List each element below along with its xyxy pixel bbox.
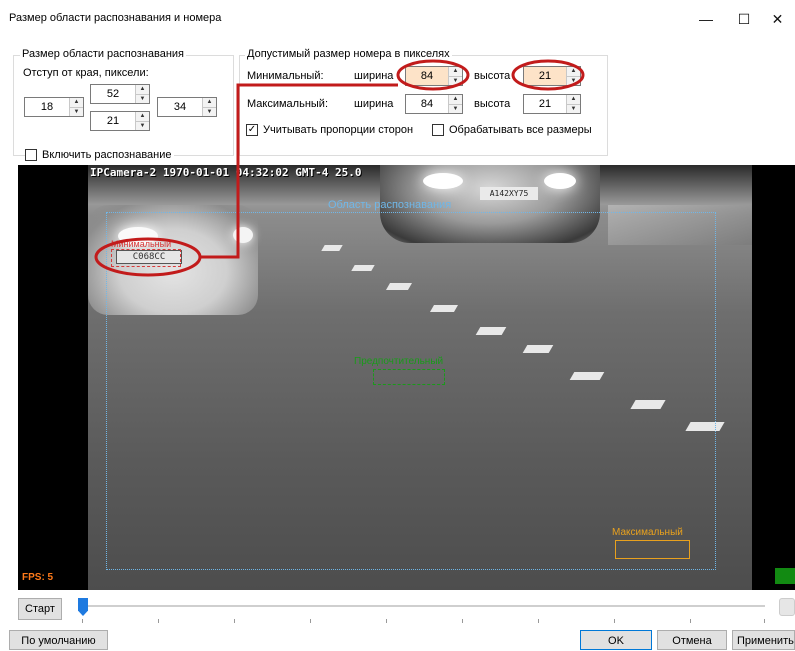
timeline-track[interactable] (82, 605, 765, 607)
min-width-highlight-ellipse (396, 59, 470, 91)
ok-button[interactable]: OK (580, 630, 652, 650)
cancel-button[interactable]: Отмена (657, 630, 727, 650)
timeline-ticks (82, 619, 765, 623)
default-button[interactable]: По умолчанию (9, 630, 108, 650)
scroll-handle[interactable] (779, 598, 795, 616)
apply-button[interactable]: Применить (732, 630, 795, 650)
start-button[interactable]: Старт (18, 598, 62, 620)
min-plate-highlight-ellipse (94, 237, 202, 277)
annotation-connector (200, 83, 398, 259)
annotation-overlay (94, 59, 585, 277)
min-height-highlight-ellipse (511, 59, 585, 91)
